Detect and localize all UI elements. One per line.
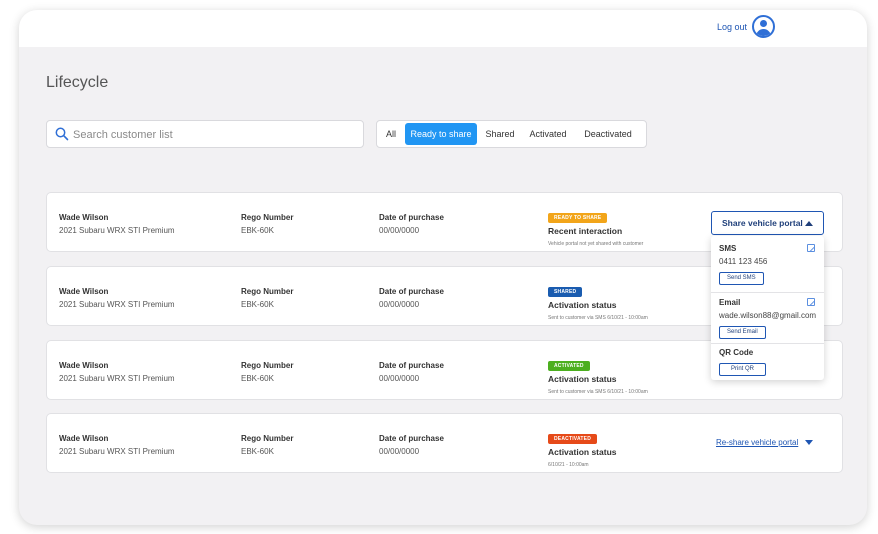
send-email-button[interactable]: Send Email xyxy=(719,326,766,339)
filter-deactivated[interactable]: Deactivated xyxy=(578,123,638,145)
caret-up-icon xyxy=(805,221,813,226)
status-title: Activation status xyxy=(548,300,617,310)
purchase-date: 00/00/0000 xyxy=(379,300,420,309)
status-detail: 6/10/21 - 10:00am xyxy=(548,462,589,468)
email-address: wade.wilson88@gmail.com xyxy=(719,311,817,320)
user-avatar-icon[interactable] xyxy=(752,15,775,38)
logout-link[interactable]: Log out xyxy=(717,22,747,32)
status-detail: Vehicle portal not yet shared with custo… xyxy=(548,241,644,247)
print-qr-button[interactable]: Print QR xyxy=(719,363,767,376)
caret-down-icon[interactable] xyxy=(805,440,813,445)
purchase-date: 00/00/0000 xyxy=(379,374,420,383)
purchase-date: 00/00/0000 xyxy=(379,447,420,456)
divider xyxy=(711,292,824,293)
filter-tabs: All Ready to share Shared Activated Deac… xyxy=(376,120,647,148)
sms-section: SMS 0411 123 456 Send SMS xyxy=(711,244,824,285)
filter-activated[interactable]: Activated xyxy=(526,123,570,145)
send-sms-button[interactable]: Send SMS xyxy=(719,272,764,285)
search-input[interactable] xyxy=(73,126,353,143)
reshare-vehicle-portal-link[interactable]: Re-share vehicle portal xyxy=(716,438,798,447)
share-vehicle-portal-button[interactable]: Share vehicle portal xyxy=(711,211,824,235)
status-title: Activation status xyxy=(548,447,617,457)
search-box[interactable] xyxy=(46,120,364,148)
vehicle-model: 2021 Subaru WRX STI Premium xyxy=(59,374,175,383)
top-bar: Log out xyxy=(19,10,867,47)
status-title: Activation status xyxy=(548,374,617,384)
qr-title: QR Code xyxy=(719,348,754,357)
customer-name: Wade Wilson xyxy=(59,287,109,296)
share-dropdown-menu: SMS 0411 123 456 Send SMS Email wade.wil… xyxy=(711,236,824,380)
rego-label: Rego Number xyxy=(241,434,294,443)
rego-number: EBK-60K xyxy=(241,447,274,456)
vehicle-model: 2021 Subaru WRX STI Premium xyxy=(59,447,175,456)
filter-all[interactable]: All xyxy=(382,123,400,145)
status-badge: ACTIVATED xyxy=(548,361,590,371)
status-badge: DEACTIVATED xyxy=(548,434,598,444)
filter-ready-to-share[interactable]: Ready to share xyxy=(405,123,477,145)
purchase-date: 00/00/0000 xyxy=(379,226,420,235)
purchase-date-label: Date of purchase xyxy=(379,361,444,370)
status-title: Recent interaction xyxy=(548,226,623,236)
edit-email-icon[interactable] xyxy=(807,298,815,306)
status-detail: Sent to customer via SMS 6/10/21 - 10:00… xyxy=(548,315,648,321)
qr-section: QR Code Print QR xyxy=(711,348,824,376)
purchase-date-label: Date of purchase xyxy=(379,287,444,296)
status-detail: Sent to customer via SMS 6/10/21 - 10:00… xyxy=(548,389,648,395)
app-window: Log out Lifecycle All Ready to share Sha… xyxy=(19,10,867,525)
divider xyxy=(711,343,824,344)
vehicle-model: 2021 Subaru WRX STI Premium xyxy=(59,226,175,235)
purchase-date-label: Date of purchase xyxy=(379,213,444,222)
rego-label: Rego Number xyxy=(241,287,294,296)
rego-number: EBK-60K xyxy=(241,300,274,309)
sms-number: 0411 123 456 xyxy=(719,257,768,266)
status-badge: READY TO SHARE xyxy=(548,213,608,223)
customer-name: Wade Wilson xyxy=(59,361,109,370)
page-title: Lifecycle xyxy=(46,74,109,91)
filter-shared[interactable]: Shared xyxy=(481,123,519,145)
edit-sms-icon[interactable] xyxy=(807,244,815,252)
rego-number: EBK-60K xyxy=(241,226,274,235)
customer-name: Wade Wilson xyxy=(59,434,109,443)
status-badge: SHARED xyxy=(548,287,583,297)
share-button-label: Share vehicle portal xyxy=(722,218,803,228)
search-icon xyxy=(55,127,69,141)
email-section: Email wade.wilson88@gmail.com Send Email xyxy=(711,298,824,339)
rego-number: EBK-60K xyxy=(241,374,274,383)
customer-name: Wade Wilson xyxy=(59,213,109,222)
rego-label: Rego Number xyxy=(241,213,294,222)
purchase-date-label: Date of purchase xyxy=(379,434,444,443)
vehicle-model: 2021 Subaru WRX STI Premium xyxy=(59,300,175,309)
rego-label: Rego Number xyxy=(241,361,294,370)
